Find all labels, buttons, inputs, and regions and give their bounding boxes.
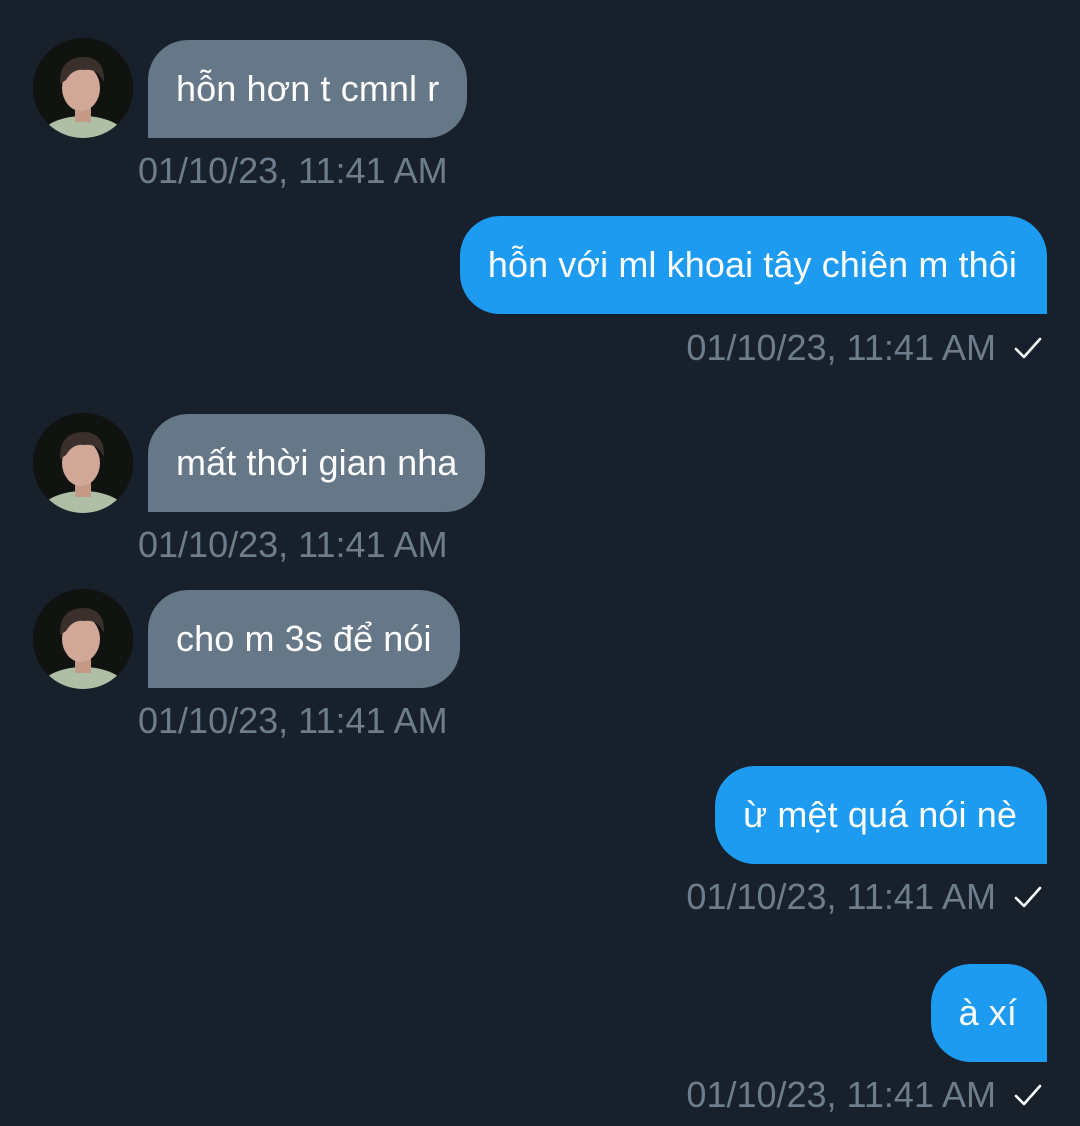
message-text: hỗn với ml khoai tây chiên m thôi <box>487 244 1017 285</box>
message-text: à xí <box>958 992 1017 1033</box>
contact-avatar[interactable] <box>33 413 133 513</box>
message-bubble-outgoing[interactable]: à xí <box>930 964 1047 1062</box>
message-text: ừ mệt quá nói nè <box>743 794 1017 835</box>
check-icon <box>1014 1084 1042 1106</box>
message-timestamp: 01/10/23, 11:41 AM <box>686 1074 996 1115</box>
message-timestamp: 01/10/23, 11:41 AM <box>686 876 996 917</box>
message-timestamp: 01/10/23, 11:41 AM <box>138 700 448 741</box>
check-icon <box>1014 337 1042 359</box>
message-text: hỗn hơn t cmnl r <box>176 68 440 109</box>
message-timestamp-row: 01/10/23, 11:41 AM <box>686 1075 1044 1115</box>
contact-avatar[interactable] <box>33 38 133 138</box>
message-timestamp-row: 01/10/23, 11:41 AM <box>686 877 1044 917</box>
message-timestamp-row: 01/10/23, 11:41 AM <box>686 328 1044 368</box>
message-timestamp: 01/10/23, 11:41 AM <box>138 150 448 191</box>
message-timestamp: 01/10/23, 11:41 AM <box>686 327 996 368</box>
message-bubble-incoming[interactable]: hỗn hơn t cmnl r <box>148 40 468 138</box>
message-bubble-incoming[interactable]: cho m 3s để nói <box>148 590 460 688</box>
dm-conversation[interactable]: { "messages": [ { "sender": "them", "tex… <box>0 0 1080 1126</box>
message-bubble-outgoing[interactable]: ừ mệt quá nói nè <box>715 766 1047 864</box>
message-text: cho m 3s để nói <box>176 618 432 659</box>
message-bubble-incoming[interactable]: mất thời gian nha <box>148 414 486 512</box>
message-bubble-outgoing[interactable]: hỗn với ml khoai tây chiên m thôi <box>459 216 1047 314</box>
message-text: mất thời gian nha <box>176 442 458 483</box>
contact-avatar[interactable] <box>33 589 133 689</box>
message-timestamp: 01/10/23, 11:41 AM <box>138 524 448 565</box>
check-icon <box>1014 886 1042 908</box>
